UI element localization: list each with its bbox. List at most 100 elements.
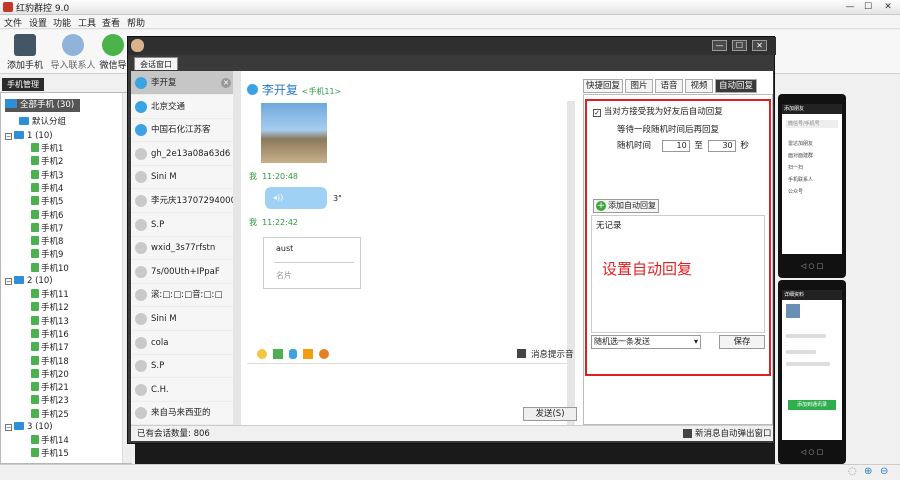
maximize-icon[interactable]: ☐ [860,1,876,13]
tree-group-1[interactable]: −1 (10) [5,130,53,143]
dialog-minimize-icon[interactable]: — [712,40,727,51]
send-button[interactable]: 发送(S) [523,407,577,421]
tree-phone-item[interactable]: 手机8 [31,236,63,249]
voice-message[interactable]: ◂)) [265,187,327,209]
menu-file[interactable]: 文件 [4,16,22,29]
popup-toggle-icon[interactable] [683,429,692,438]
tree-phone-item[interactable]: 手机18 [31,355,69,369]
mic-icon[interactable] [289,349,297,359]
add-phone-button[interactable]: 添加手机 [2,32,48,72]
tree-phone-item[interactable]: 手机11 [31,289,69,302]
tree-phone-item[interactable]: 手机14 [31,435,69,448]
contact-item[interactable]: 李开复 ✕ [131,71,241,95]
tree-phone-item[interactable]: 手机9 [31,249,63,262]
contact-item[interactable]: 滚ː□ː□ː□音ː□ː□ [131,283,241,308]
contact-item[interactable]: Sini M [131,307,241,331]
collapse-icon[interactable]: − [5,278,12,285]
tree-phone-item[interactable]: 手机23 [31,395,69,408]
phone-preview-1[interactable]: 添加朋友 微信号/手机号 雷达加朋友 面对面建群 扫一扫 手机联系人 公众号 ◁… [778,94,846,278]
menu-functions[interactable]: 功能 [53,16,71,29]
tree-phone-item[interactable]: 手机20 [31,368,69,382]
refresh-icon[interactable]: ◌ [848,466,857,477]
contact-item[interactable]: Sini M [131,165,241,190]
menu-help[interactable]: 帮助 [127,16,145,29]
contact-scrollbar[interactable] [233,71,241,425]
max-seconds-input[interactable]: 30 [707,139,736,152]
random-time-row: 随机时间 10 至 30 秒 [617,139,749,152]
contact-item[interactable]: C.H. [131,378,241,402]
auto-reply-option[interactable]: ✓ 当对方接受我为好友后自动回复 [593,105,723,117]
menu-settings[interactable]: 设置 [29,16,47,29]
tree-phone-item[interactable]: 手机7 [31,222,63,236]
tree-phone-item[interactable]: 手机25 [31,408,69,422]
menu-view[interactable]: 查看 [102,16,120,29]
tree-phone-item[interactable]: 手机4 [31,182,63,196]
tree-default-group[interactable]: 默认分组 [19,116,66,129]
tree-phone-item[interactable]: 手机21 [31,382,69,395]
card-icon[interactable] [319,349,329,359]
tab-auto-reply[interactable]: 自动回复 [715,79,757,93]
tab-video[interactable]: 视频 [685,79,713,93]
min-seconds-input[interactable]: 10 [661,139,690,152]
emoji-icon[interactable] [257,349,267,359]
import-contacts-button[interactable]: 导入联系人 [50,32,96,72]
contact-item[interactable]: S.P [131,213,241,237]
dialog-maximize-icon[interactable]: ☐ [732,40,747,51]
notify-sound-label[interactable]: 消息提示音 [531,348,574,360]
message-input[interactable] [247,363,567,425]
send-mode-select[interactable]: 随机选一条发送 ▾ [591,335,701,349]
image-icon[interactable] [273,349,283,359]
menu-tools[interactable]: 工具 [78,16,96,29]
tree-phone-item[interactable]: 手机6 [31,209,63,223]
tab-voice[interactable]: 语音 [655,79,683,93]
tree-phone-item[interactable]: 手机10 [31,262,69,276]
tree-phone-item[interactable]: 手机15 [31,448,69,461]
minimize-icon[interactable]: — [842,1,858,13]
zoom-in-icon[interactable]: ⊕ [864,466,872,477]
collapse-icon[interactable]: − [5,424,12,431]
contact-item[interactable]: gh_2e13a08a63d6 [131,142,241,166]
add-auto-reply-button[interactable]: + 添加自动回复 [593,199,659,213]
tree-phone-item[interactable]: 手机13 [31,315,69,329]
auto-reply-list[interactable]: 无记录 设置自动回复 [591,215,765,333]
save-button[interactable]: 保存 [719,335,765,349]
wechat-import-button[interactable]: 微信导 [98,32,128,72]
tree-phone-item[interactable]: 手机5 [31,196,63,209]
tree-phone-item[interactable]: 手机2 [31,156,63,169]
video-icon[interactable] [303,349,313,359]
phone-preview-2[interactable]: 详细资料 添加到通讯录 ◁ ○ □ [778,280,846,464]
close-chat-icon[interactable]: ✕ [221,78,231,88]
tree-phone-item[interactable]: 手机16 [31,328,69,342]
collapse-icon[interactable]: − [5,133,12,140]
zoom-out-icon[interactable]: ⊖ [880,466,888,477]
contact-item[interactable]: 中国石化江苏客 [131,118,241,143]
popup-toggle-label[interactable]: 新消息自动弹出窗口 [695,426,772,442]
contact-item[interactable]: S.P [131,354,241,379]
contact-item[interactable]: wxid_3s77rfstn [131,236,241,261]
tree-phone-item[interactable]: 手机17 [31,342,69,355]
close-icon[interactable]: ✕ [880,1,896,13]
message-scrollbar[interactable] [567,101,575,425]
tab-quick-reply[interactable]: 快捷回复 [583,79,623,93]
chat-image[interactable] [261,103,327,163]
tree-group-3[interactable]: −3 (10) [5,421,53,434]
card-message[interactable]: aust 名片 [263,237,361,289]
contact-item[interactable]: 李元庆13707294000 [131,189,241,213]
tree-phone-item[interactable]: 手机1 [31,143,63,156]
tree-phone-item[interactable]: 手机12 [31,302,69,315]
tab-image[interactable]: 图片 [625,79,653,93]
sender-label: 我 [249,218,257,227]
notify-sound-icon[interactable] [517,349,526,358]
dialog-close-icon[interactable]: ✕ [752,40,767,51]
contact-item[interactable]: 北京交通 [131,95,241,119]
tree-phone-item[interactable]: 手机3 [31,169,63,183]
checkbox-checked-icon[interactable]: ✓ [593,109,601,117]
tree-group-2[interactable]: −2 (10) [5,275,53,288]
contact-item[interactable]: cola [131,331,241,355]
tab-chat-window[interactable]: 会话窗口 [134,57,178,70]
tab-phone-management[interactable]: 手机管理 [2,78,44,91]
contact-item[interactable]: 7s/00Uth+IPpaF [131,260,241,284]
contact-item[interactable]: 来自马来西亚的 [131,401,241,426]
tree-root[interactable]: 全部手机 (30) [5,99,81,112]
add-to-contacts-button[interactable]: 添加到通讯录 [788,400,836,410]
